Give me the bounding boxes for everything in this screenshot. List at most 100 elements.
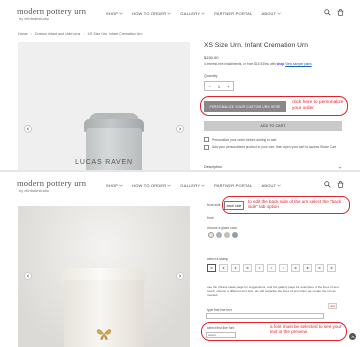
search-icon[interactable] [324,181,331,188]
header-icons [324,181,344,188]
sample-plans-link[interactable]: View sample plans [285,62,312,66]
stamp-option[interactable]: ✺ [303,264,312,272]
glaze-swatch-gray[interactable] [216,232,222,238]
chevron-down-icon [338,166,342,169]
option-gift-checkbox[interactable] [204,137,209,142]
logo-main: modern pottery urn [17,6,87,16]
first-line-text-input[interactable] [206,313,324,319]
nav-label: SHOP [106,11,119,16]
stamp-label: select a stamp [207,257,229,261]
search-icon[interactable] [324,9,331,16]
chevron-down-icon [277,12,281,15]
product-image-gallery: LUCAS RAVEN [18,42,190,170]
chevron-down-icon [167,184,172,187]
glaze-swatch-sand[interactable] [224,232,230,238]
add-to-cart-button[interactable]: ADD TO CART [204,121,342,131]
nav-label: HOW TO ORDER [132,11,167,16]
urn-engraving: LUCAS RAVEN [75,159,133,166]
annotation-click-here: click here to personalize your order [292,100,344,111]
nav-label: GALLERY [180,183,201,188]
quantity-decrease[interactable]: − [209,84,211,89]
installments-text: 4 interest-free installments, or from $1… [204,62,346,66]
product-page-top: modern pottery urn by elinfadestudio SHO… [0,0,360,170]
quantity-label: Quantity [204,74,218,78]
nav-item-gallery[interactable]: GALLERY [180,11,205,16]
annotation-back-side: to edit the back side of the urn select … [248,199,342,209]
quantity-value[interactable]: 1 [218,84,220,89]
front-label: front [207,216,214,220]
breadcrumb-home[interactable]: Home [18,32,28,36]
nav-item-gallery[interactable]: GALLERY [180,183,205,188]
option-share-row: Add your personalized product to your ca… [204,145,342,150]
chevron-right-icon [179,274,182,278]
chevron-down-icon [201,184,205,187]
chevron-down-icon [119,184,123,187]
stamp-option[interactable]: ❦ [219,264,228,272]
tab-front-side[interactable]: front side [207,203,221,207]
installments-copy: 4 interest-free installments, or from $1… [204,62,276,66]
glaze-swatch-sage[interactable] [232,232,238,238]
chevron-down-icon [119,12,123,15]
chevron-left-icon [26,127,29,131]
stamp-option-selected[interactable]: ✿ [207,264,216,272]
nav-item-about[interactable]: ABOUT [261,183,281,188]
stamp-option[interactable]: ❀ [231,264,240,272]
gallery-next-button[interactable] [176,125,184,133]
chevron-left-icon [26,274,29,278]
chevron-down-icon [277,184,281,187]
product-price: $150.00 [204,55,219,60]
cart-icon[interactable] [337,181,344,188]
nav-label: ABOUT [261,183,277,188]
option-share-checkbox[interactable] [204,145,209,150]
shop-pay-logo: shop [276,62,285,66]
nav-item-partner-portal[interactable]: PARTNER PORTAL [214,183,252,188]
stamp-option[interactable]: ❁ [243,264,252,272]
first-line-font-select[interactable]: select [206,332,236,338]
butterfly-stamp-icon [96,329,112,340]
scroll-to-top-button[interactable] [349,333,356,340]
nav-item-shop[interactable]: SHOP [106,183,123,188]
breadcrumb: Home › Custom infant and child urns › XS… [18,32,142,36]
help-text: use the phrase ideas page for suggestion… [207,285,339,298]
site-logo[interactable]: modern pottery urn by elinfadestudio [17,178,87,194]
nav-item-how-to-order[interactable]: HOW TO ORDER [132,11,172,16]
nav-label: SHOP [106,183,119,188]
product-title: XS Size Urn. Infant Cremation Urn [204,42,309,49]
stamp-option[interactable]: ✾ [327,264,336,272]
nav-label: PARTNER PORTAL [214,183,253,188]
main-nav: SHOP HOW TO ORDER GALLERY PARTNER PORTAL… [106,183,281,188]
logo-sub: by elinfadestudio [19,188,50,193]
stamp-option[interactable]: ❋ [315,264,324,272]
nav-item-about[interactable]: ABOUT [261,11,281,16]
stamp-option[interactable]: ❃ [291,264,300,272]
nav-item-how-to-order[interactable]: HOW TO ORDER [132,183,172,188]
quantity-increase[interactable]: + [227,84,229,89]
option-gift-row: Personalize your order before adding to … [204,137,276,142]
glaze-swatch-white[interactable] [208,232,214,238]
breadcrumb-collection[interactable]: Custom infant and child urns [35,32,81,36]
customizer-page: modern pottery urn by elinfadestudio SHO… [0,172,360,347]
breadcrumb-separator: › [30,32,32,36]
stamp-option[interactable]: ✧ [279,264,288,272]
nav-item-shop[interactable]: SHOP [106,11,123,16]
preview-next-button[interactable] [176,272,184,280]
product-info: XS Size Urn. Infant Cremation Urn $150.0… [204,42,346,91]
gallery-prev-button[interactable] [24,125,32,133]
cart-icon[interactable] [337,9,344,16]
customizer-preview [18,206,190,347]
stamp-option[interactable]: ✦ [255,264,264,272]
site-header: modern pottery urn by elinfadestudio SHO… [0,172,360,198]
description-toggle[interactable]: Description [204,165,342,169]
clear-button[interactable]: clear [328,303,337,309]
logo-main: modern pottery urn [17,178,87,188]
nav-label: HOW TO ORDER [132,183,167,188]
site-logo[interactable]: modern pottery urn by elinfadestudio [17,6,87,22]
nav-label: PARTNER PORTAL [214,11,253,16]
preview-prev-button[interactable] [24,272,32,280]
nav-item-partner-portal[interactable]: PARTNER PORTAL [214,11,252,16]
first-line-font-label: select first line font [207,326,235,330]
stamp-option[interactable]: ❧ [267,264,276,272]
description-label: Description [204,165,222,169]
glaze-label: choose a glaze color [207,226,238,230]
nav-label: GALLERY [180,11,201,16]
